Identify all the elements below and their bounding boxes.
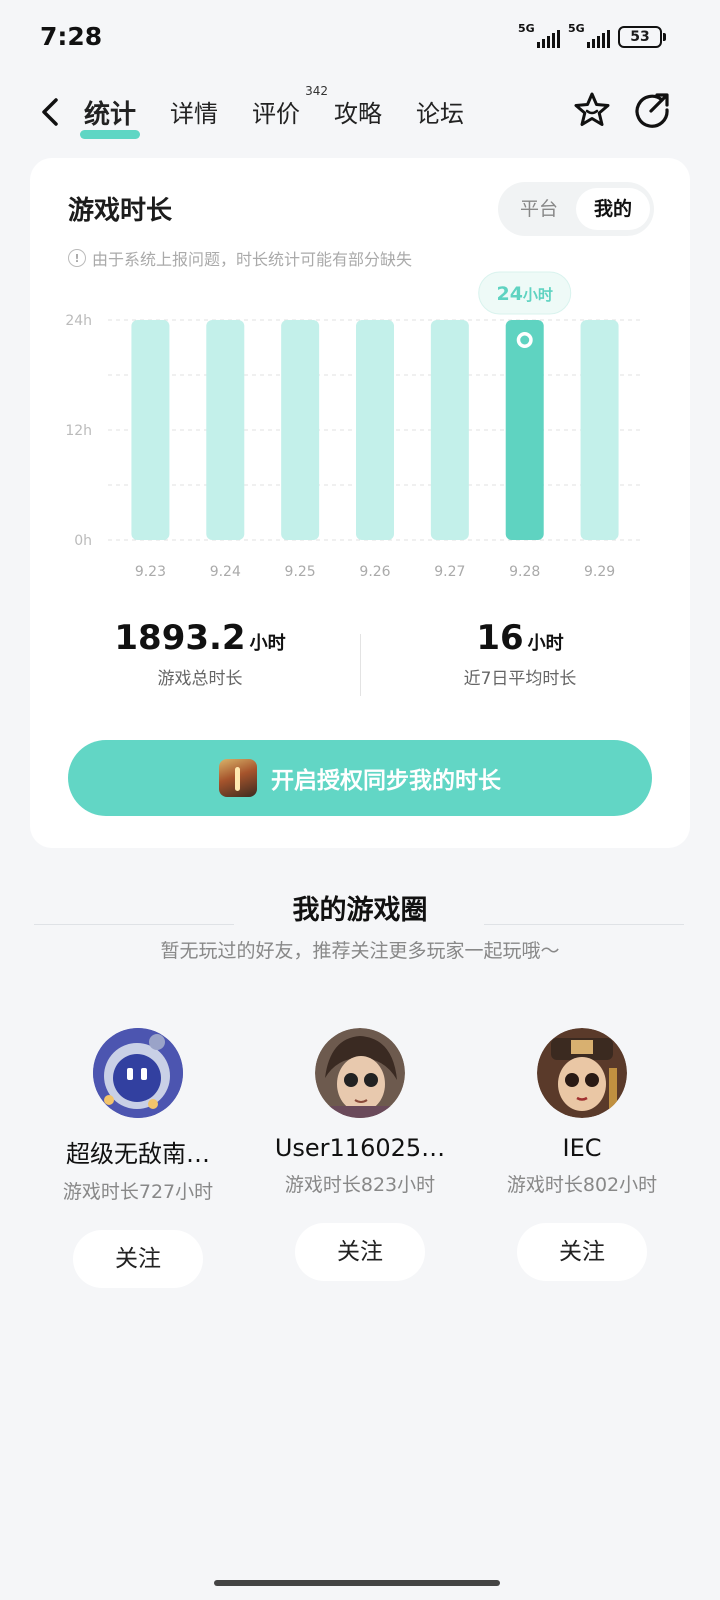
signal-icon: 5G (518, 22, 560, 48)
avatar[interactable] (537, 1028, 627, 1118)
tab-details[interactable]: 详情 (170, 94, 218, 131)
top-nav: 统计 详情 评价 342 攻略 论坛 (0, 80, 720, 150)
user-name: 超级无敌南… (66, 1140, 210, 1168)
x-tick-label: 9.27 (434, 564, 465, 580)
share-icon[interactable] (632, 90, 672, 130)
user-playtime: 游戏时长823小时 (284, 1174, 436, 1196)
bar (206, 320, 245, 540)
card-title: 游戏时长 (68, 196, 173, 226)
x-tick-label: 9.24 (210, 564, 241, 580)
home-indicator[interactable] (214, 1580, 500, 1586)
user-playtime: 游戏时长727小时 (62, 1181, 214, 1203)
y-tick-label: 0h (74, 533, 92, 549)
back-arrow-icon[interactable] (36, 94, 66, 130)
playtime-bar-chart: 0h 12h 24h 9.23 9.24 9.25 9.26 9.27 9.28 24小时 9.29 (65, 271, 642, 580)
tab-forum[interactable]: 论坛 (416, 94, 464, 131)
x-tick-label: 9.28 (509, 564, 540, 580)
status-bar: 7:28 5G 5G 53 (0, 0, 720, 80)
platform-mine-toggle: 平台 我的 (498, 182, 654, 236)
total-playtime: 1893.2 小时 游戏总时长 (114, 618, 286, 689)
bar (430, 320, 469, 540)
tab-stats[interactable]: 统计 (79, 94, 141, 139)
playtime-card: 游戏时长 平台 我的 ! 由于系统上报问题，时长统计可能有部分缺失 0h 12h 2… (30, 158, 690, 848)
segment-platform[interactable]: 平台 (502, 188, 576, 230)
follow-button[interactable]: 关注 (517, 1223, 647, 1281)
data-notice: ! 由于系统上报问题，时长统计可能有部分缺失 (68, 246, 412, 270)
status-icons: 5G 5G 53 (518, 22, 666, 48)
game-icon (219, 759, 257, 797)
user-card: IEC 游戏时长802小时 关注 (472, 1028, 692, 1281)
user-name: IEC (562, 1134, 602, 1162)
y-tick-label: 24h (65, 313, 92, 329)
bar (356, 320, 394, 540)
divider-left (34, 924, 234, 925)
user-card: 超级无敌南… 游戏时长727小时 关注 (28, 1028, 248, 1288)
avatar[interactable] (93, 1028, 183, 1118)
x-tick-label: 9.29 (584, 564, 615, 580)
info-icon: ! (68, 249, 86, 267)
y-tick-label: 12h (65, 423, 92, 439)
tooltip-value: 24小时 (496, 283, 552, 305)
game-circle-header: 我的游戏圈 (0, 888, 720, 927)
user-playtime: 游戏时长802小时 (506, 1174, 658, 1196)
bar (580, 320, 619, 540)
avg-playtime: 16 小时 近7日平均时长 (463, 618, 577, 689)
bar (281, 320, 320, 540)
avatar[interactable] (315, 1028, 405, 1118)
highlight-dot-center (520, 335, 530, 345)
x-tick-label: 9.25 (285, 564, 316, 580)
star-favorite-icon[interactable] (572, 90, 612, 130)
divider-right (484, 924, 684, 925)
game-circle-subtitle: 暂无玩过的好友，推荐关注更多玩家一起玩哦～ (160, 940, 560, 962)
tab-guides[interactable]: 攻略 (334, 94, 382, 131)
follow-button[interactable]: 关注 (295, 1223, 425, 1281)
x-tick-label: 9.26 (359, 564, 390, 580)
user-name: User116025… (274, 1134, 446, 1162)
user-card: User116025… 游戏时长823小时 关注 (250, 1028, 470, 1281)
review-count-badge: 342 (305, 84, 329, 98)
game-circle-title: 我的游戏圈 (292, 895, 428, 926)
bar (131, 320, 170, 540)
signal-icon: 5G (568, 22, 610, 48)
bar-highlighted (505, 320, 544, 540)
stat-divider (360, 634, 361, 696)
status-time: 7:28 (40, 22, 103, 51)
tab-bar: 统计 详情 评价 342 攻略 论坛 (79, 84, 498, 139)
battery-icon: 53 (618, 26, 666, 48)
tab-reviews[interactable]: 评价 342 (252, 84, 328, 131)
segment-mine[interactable]: 我的 (576, 188, 650, 230)
sync-playtime-button[interactable]: 开启授权同步我的时长 (68, 740, 652, 816)
follow-button[interactable]: 关注 (73, 1230, 203, 1288)
x-tick-label: 9.23 (135, 564, 166, 580)
